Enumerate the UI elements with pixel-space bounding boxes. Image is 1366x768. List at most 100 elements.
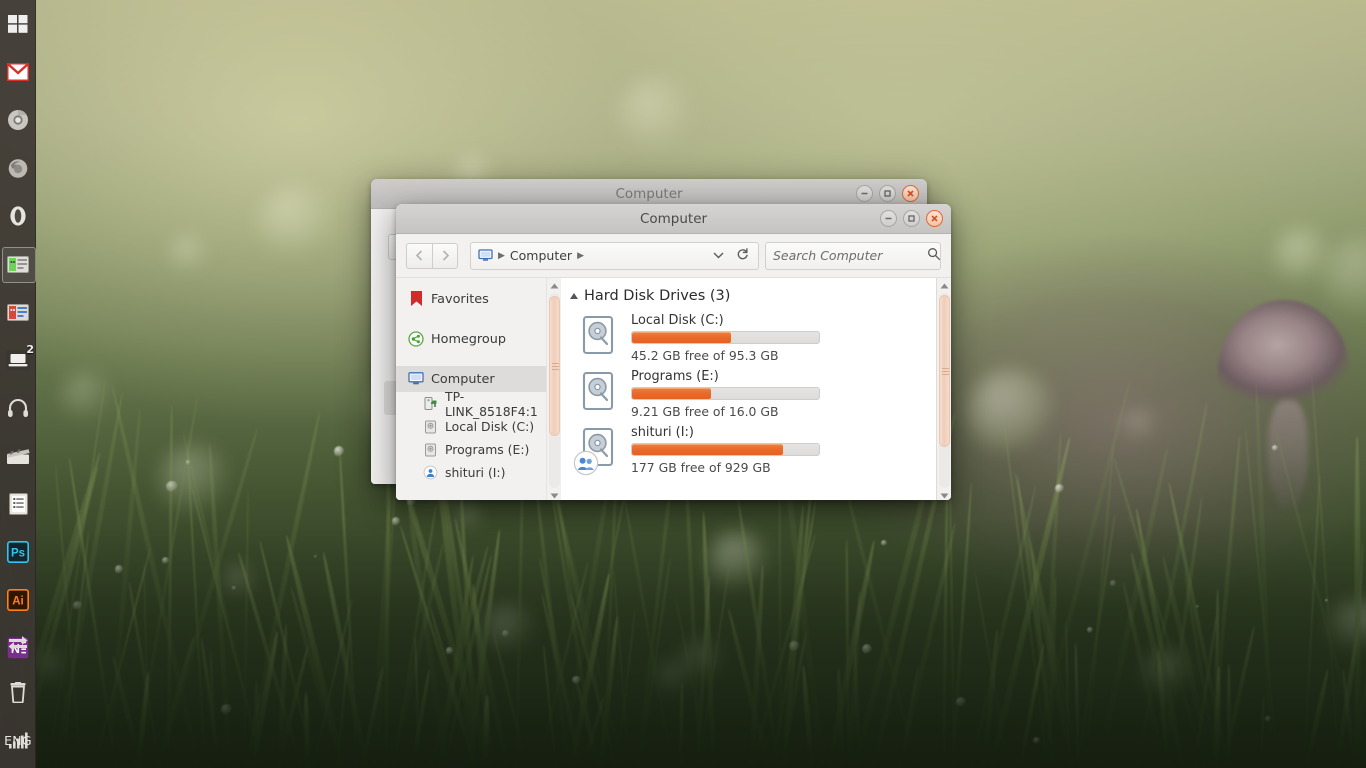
window-body: Favorites Homegroup Computer TP-LINK_851… — [396, 278, 951, 500]
drive-free-space: 45.2 GB free of 95.3 GB — [631, 348, 779, 363]
minimize-button[interactable] — [880, 210, 897, 227]
network-drive-icon — [422, 396, 438, 412]
drive-details: Local Disk (C:) 45.2 GB free of 95.3 GB — [631, 313, 820, 363]
launcher-item-video-clapper[interactable] — [0, 432, 36, 480]
chevron-down-icon[interactable] — [709, 249, 728, 262]
maximize-button[interactable] — [879, 185, 896, 202]
headphones-icon — [6, 396, 30, 420]
search-icon[interactable] — [927, 246, 941, 265]
refresh-icon[interactable] — [733, 246, 752, 265]
launcher-item-windows-start[interactable] — [0, 0, 36, 48]
launcher-item-chrome[interactable] — [0, 96, 36, 144]
navigation-toolbar[interactable]: ▶ Computer ▶ — [396, 234, 951, 278]
front-window-titlebar[interactable]: Computer — [396, 204, 951, 234]
content-scrollbar[interactable] — [936, 278, 951, 500]
launcher-badge-count: 2 — [26, 343, 34, 356]
search-box[interactable] — [765, 241, 941, 270]
drive-details: Programs (E:) 9.21 GB free of 16.0 GB — [631, 369, 820, 419]
drives-list[interactable]: Hard Disk Drives (3) Local Disk (C:) 45.2… — [561, 278, 936, 500]
close-button[interactable] — [926, 210, 943, 227]
scroll-up-arrow-icon[interactable] — [549, 280, 560, 291]
launcher-item-opera[interactable] — [0, 192, 36, 240]
launcher-item-notes-list[interactable] — [0, 480, 36, 528]
opera-icon — [6, 204, 30, 228]
launcher-item-illustrator[interactable]: Ai — [0, 576, 36, 624]
hard-disk-icon — [581, 315, 627, 361]
drive-usage-fill — [632, 388, 711, 399]
sidebar-item-tp-link[interactable]: TP-LINK_8518F4:1 — [396, 389, 546, 419]
sidebar-item-programs-e[interactable]: Programs (E:) — [396, 438, 546, 461]
content-scroll-thumb[interactable] — [938, 295, 950, 447]
forward-button[interactable] — [432, 242, 458, 269]
sidebar-label: Favorites — [431, 291, 489, 307]
drive-usage-bar — [631, 443, 820, 456]
sidebar-item-favorites[interactable]: Favorites — [396, 286, 546, 312]
svg-text:Ps: Ps — [11, 547, 25, 559]
unity-launcher[interactable]: 2 Ps Ai N ENG — [0, 0, 36, 768]
launcher-item-headphones[interactable] — [0, 384, 36, 432]
launcher-item-file-manager-green[interactable] — [0, 240, 36, 288]
sidebar-item-shituri-i[interactable]: shituri (I:) — [396, 461, 546, 484]
content-scroll-track[interactable] — [938, 293, 950, 488]
notes-list-icon — [6, 492, 30, 516]
computer-monitor-icon — [408, 371, 424, 387]
front-window-controls[interactable] — [880, 210, 943, 227]
launcher-item-gmail[interactable] — [0, 48, 36, 96]
back-window-controls[interactable] — [856, 185, 919, 202]
drive-item[interactable]: Programs (E:) 9.21 GB free of 16.0 GB — [561, 366, 936, 422]
minimize-button[interactable] — [856, 185, 873, 202]
sidebar-scroll-track[interactable] — [548, 293, 560, 488]
maximize-button[interactable] — [903, 210, 920, 227]
firefox-icon — [6, 156, 30, 180]
photoshop-icon: Ps — [6, 540, 30, 564]
nav-arrows[interactable] — [406, 242, 458, 269]
shared-disk-small-icon — [422, 465, 438, 481]
wallpaper-mushroom-stem — [1268, 400, 1308, 510]
drive-item[interactable]: shituri (I:) 177 GB free of 929 GB — [561, 422, 936, 478]
wallpaper-vignette — [0, 518, 1366, 768]
hard-disk-icon — [581, 371, 627, 417]
sidebar-scrollbar[interactable] — [546, 278, 561, 500]
drive-name: Programs (E:) — [631, 369, 719, 384]
launcher-item-computer-window[interactable]: 2 — [0, 336, 36, 384]
video-clapper-icon — [6, 444, 30, 468]
launcher-item-workspace-switcher[interactable] — [0, 620, 36, 668]
shared-hard-disk-icon — [573, 427, 627, 476]
scroll-up-arrow-icon[interactable] — [939, 280, 950, 291]
back-button[interactable] — [406, 242, 432, 269]
sidebar-label: Programs (E:) — [445, 442, 530, 457]
back-window-title: Computer — [615, 185, 683, 202]
drive-usage-bar — [631, 387, 820, 400]
breadcrumb-separator: ▶ — [498, 250, 505, 261]
front-window-title: Computer — [639, 210, 708, 227]
close-button[interactable] — [902, 185, 919, 202]
favorites-bookmark-icon — [408, 291, 424, 307]
windows-start-icon — [6, 12, 30, 36]
trash-icon — [6, 680, 30, 704]
launcher-item-trash[interactable] — [0, 668, 36, 716]
drive-usage-bar — [631, 331, 820, 344]
drive-usage-fill — [632, 444, 784, 455]
scroll-down-arrow-icon[interactable] — [939, 490, 950, 500]
drive-free-space: 9.21 GB free of 16.0 GB — [631, 404, 779, 419]
breadcrumb[interactable]: ▶ Computer ▶ — [470, 241, 759, 270]
drives-group-header[interactable]: Hard Disk Drives (3) — [561, 288, 936, 304]
language-indicator[interactable]: ENG — [0, 733, 36, 748]
computer-file-manager-window[interactable]: Computer ▶ Computer ▶ Search Computer Fa… — [396, 204, 951, 500]
collapse-triangle-icon[interactable] — [570, 293, 578, 299]
sidebar-label: Computer — [431, 371, 495, 387]
sidebar-scroll-thumb[interactable] — [548, 296, 560, 436]
scroll-down-arrow-icon[interactable] — [549, 490, 560, 500]
launcher-item-file-manager-blue[interactable] — [0, 288, 36, 336]
drive-item[interactable]: Local Disk (C:) 45.2 GB free of 95.3 GB — [561, 310, 936, 366]
sidebar[interactable]: Favorites Homegroup Computer TP-LINK_851… — [396, 278, 546, 500]
launcher-item-firefox[interactable] — [0, 144, 36, 192]
sidebar-item-homegroup[interactable]: Homegroup — [396, 326, 546, 352]
file-manager-blue-icon — [6, 300, 30, 324]
drive-name: Local Disk (C:) — [631, 313, 724, 328]
sidebar-item-local-disk-c[interactable]: Local Disk (C:) — [396, 415, 546, 438]
launcher-item-photoshop[interactable]: Ps — [0, 528, 36, 576]
breadcrumb-item-computer[interactable]: Computer — [510, 248, 572, 263]
launcher-item-volume[interactable] — [0, 764, 36, 768]
search-input[interactable] — [773, 248, 927, 263]
